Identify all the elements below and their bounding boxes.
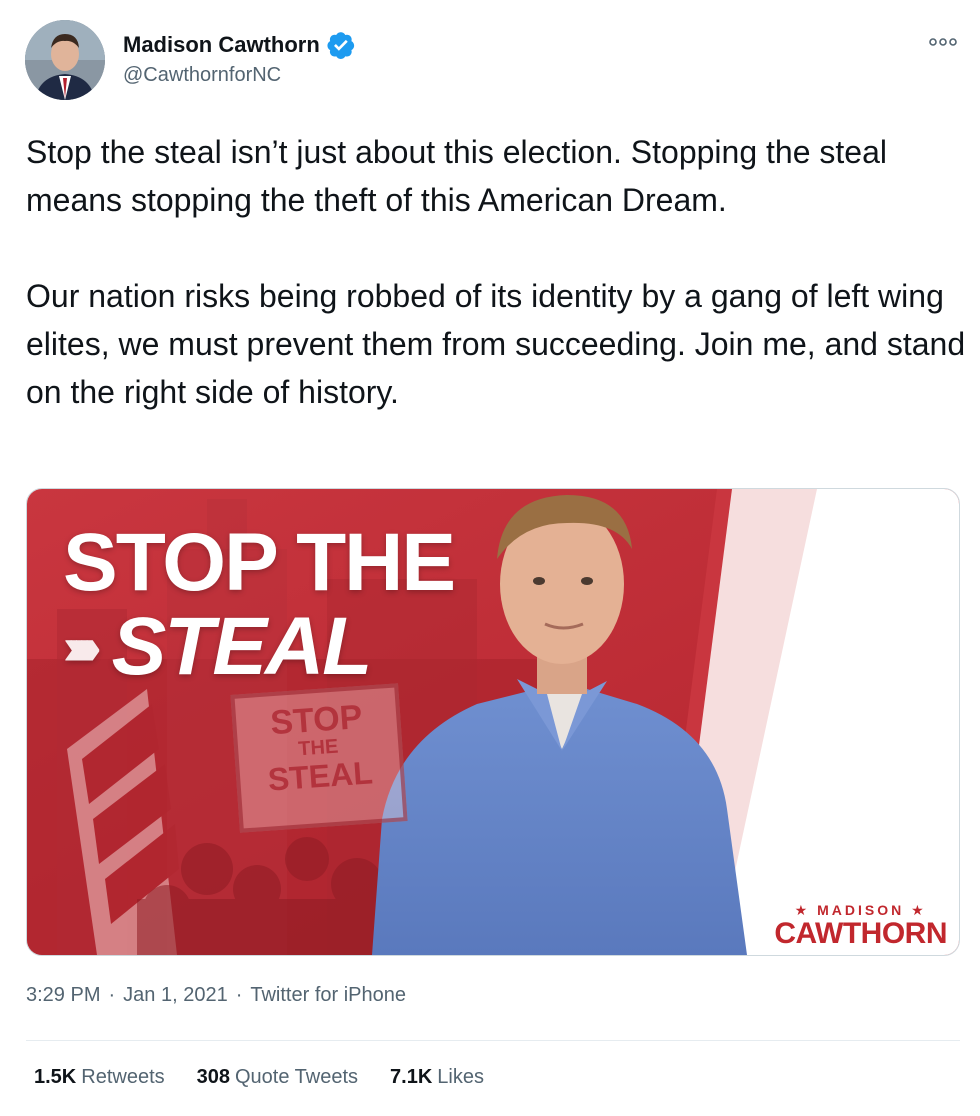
tweet-source[interactable]: Twitter for iPhone <box>250 984 406 1007</box>
likes-count: 7.1K <box>390 1066 433 1088</box>
engagement-stats: 1.5K Retweets 308 Quote Tweets 7.1K Likes <box>34 1066 484 1089</box>
tweet-paragraph: Our nation risks being robbed of its ide… <box>26 278 966 410</box>
media-headline: STOP THE ››››› STEAL <box>63 517 456 692</box>
avatar-image <box>25 20 105 100</box>
retweets-count: 1.5K <box>34 1066 77 1088</box>
retweets-stat[interactable]: 1.5K Retweets <box>34 1066 165 1089</box>
tweet-meta: 3:29 PM · Jan 1, 2021 · Twitter for iPho… <box>26 984 406 1007</box>
tweet-paragraph: Stop the steal isn’t just about this ele… <box>26 134 887 218</box>
tweet-date[interactable]: Jan 1, 2021 <box>123 984 228 1007</box>
author-avatar[interactable] <box>25 20 105 100</box>
author-name-row[interactable]: Madison Cawthorn <box>123 30 356 60</box>
tweet-media-image[interactable]: STOP THE ››››› STEAL STOP THE STEAL ★ MA… <box>26 488 960 956</box>
more-options-button[interactable] <box>925 30 961 54</box>
headline-line1: STOP THE <box>63 517 456 608</box>
author-name[interactable]: Madison Cawthorn <box>123 32 320 58</box>
tweet-time[interactable]: 3:29 PM <box>26 984 100 1007</box>
more-dots-icon <box>929 38 957 46</box>
headline-line2: STEAL <box>111 601 373 692</box>
meta-separator: · <box>108 984 116 1006</box>
divider <box>26 1040 960 1041</box>
tweet: Madison Cawthorn @CawthornforNC Stop the… <box>0 0 980 1116</box>
retweets-label: Retweets <box>81 1066 165 1088</box>
brand-logo: ★ MADISON ★ CAWTHORN <box>774 902 947 949</box>
chevrons-icon: ››››› <box>63 618 101 676</box>
tweet-text: Stop the steal isn’t just about this ele… <box>26 128 966 416</box>
author-handle[interactable]: @CawthornforNC <box>123 64 281 87</box>
quotes-count: 308 <box>196 1066 230 1088</box>
verified-badge-icon <box>326 30 356 60</box>
meta-separator: · <box>235 984 243 1006</box>
likes-label: Likes <box>437 1066 484 1088</box>
likes-stat[interactable]: 7.1K Likes <box>390 1066 484 1089</box>
quotes-label: Quote Tweets <box>235 1066 359 1088</box>
quote-tweets-stat[interactable]: 308 Quote Tweets <box>197 1066 358 1089</box>
brand-bottom: CAWTHORN <box>774 917 947 950</box>
protest-sign: STOP THE STEAL <box>230 683 408 833</box>
